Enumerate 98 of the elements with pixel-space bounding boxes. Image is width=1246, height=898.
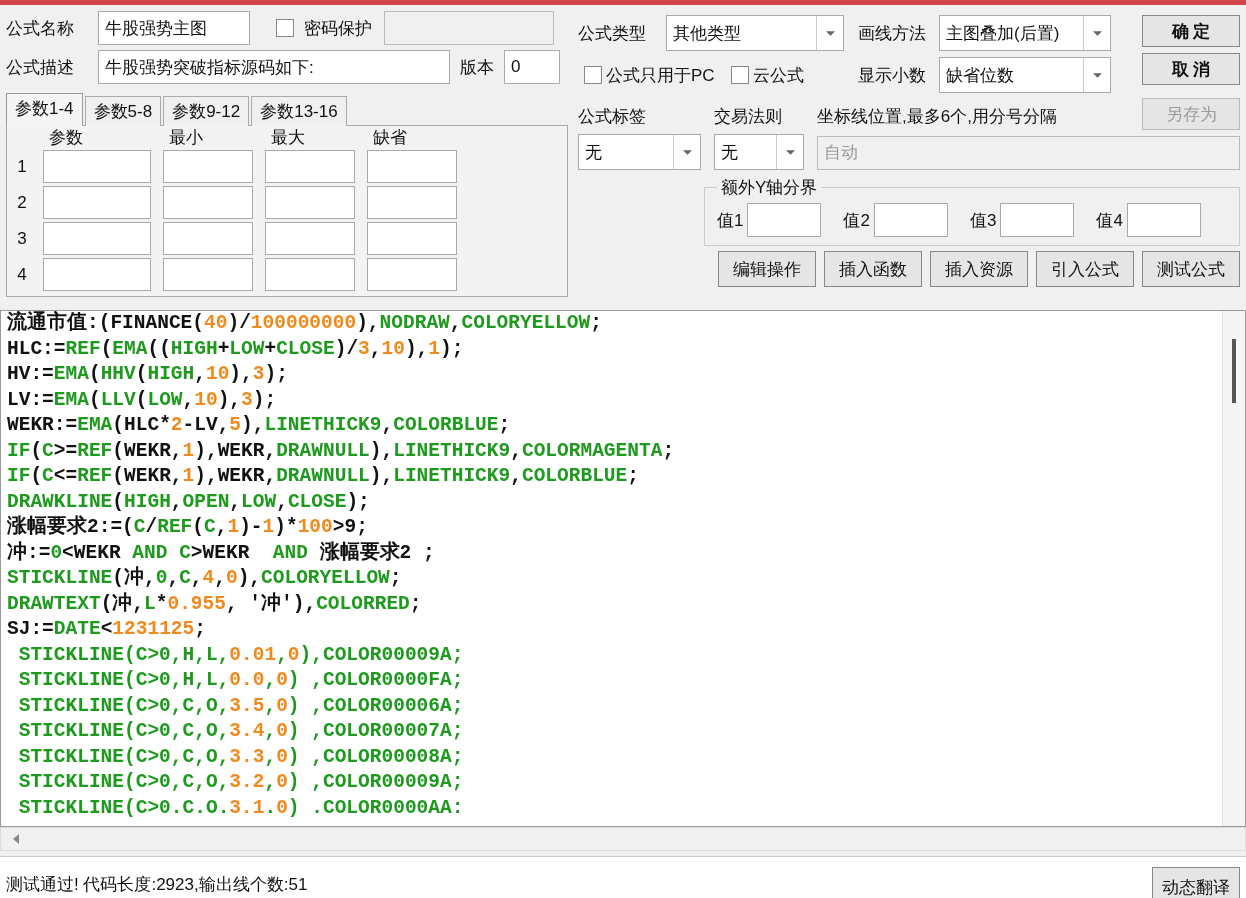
dropdown[interactable]: 其他类型 xyxy=(666,15,844,51)
column-header: 最大 xyxy=(270,128,306,148)
dropdown[interactable]: 主图叠加(后置) xyxy=(939,15,1111,51)
value-field[interactable] xyxy=(747,203,822,237)
row-number: 2 xyxy=(16,192,28,214)
code-line: HLC:=REF(EMA((HIGH+LOW+CLOSE)/3,10),1); xyxy=(7,336,465,362)
param-field[interactable] xyxy=(163,186,253,219)
param-field[interactable] xyxy=(367,186,457,219)
description-field[interactable]: 牛股强势突破指标源码如下: xyxy=(98,50,450,84)
code-line: STICKLINE(冲,0,C,4,0),COLORYELLOW; xyxy=(7,566,403,591)
checkbox-label: 云公式 xyxy=(752,64,804,87)
code-line: STICKLINE(C>0,C,O,3.3,0) ,COLOR00008A; xyxy=(17,744,465,770)
value-field[interactable] xyxy=(1000,203,1075,237)
field-label: 公式名称 xyxy=(6,17,75,40)
caret-icon xyxy=(1092,72,1102,78)
toolbar-button[interactable]: 测试公式 xyxy=(1142,251,1240,287)
horizontal-scrollbar[interactable] xyxy=(0,827,1246,851)
dropdown[interactable]: 缺省位数 xyxy=(939,57,1111,93)
caret-icon xyxy=(682,149,692,155)
param-field[interactable] xyxy=(367,222,457,255)
code-line: STICKLINE(C>0,C,O,3.4,0) ,COLOR00007A; xyxy=(17,719,465,744)
tab[interactable]: 参数9-12 xyxy=(163,96,250,126)
param-field[interactable] xyxy=(163,222,253,255)
code-line: STICKLINE(C>0,C,O,3.5,0) ,COLOR00006A; xyxy=(17,693,465,719)
code-editor[interactable] xyxy=(0,310,1246,827)
vertical-scrollbar[interactable] xyxy=(1222,311,1245,826)
row-number: 4 xyxy=(16,264,28,286)
checkbox-label: 公式只用于PC xyxy=(606,64,715,87)
code-line: STICKLINE(C>0,H,L,0.0,0) ,COLOR0000FA; xyxy=(17,668,465,693)
param-field[interactable] xyxy=(265,150,355,183)
param-field[interactable] xyxy=(265,258,355,291)
caret-icon xyxy=(785,149,795,155)
field-label: 公式类型 xyxy=(578,22,647,45)
group-title: 额外Y轴分界 xyxy=(720,177,819,199)
param-field[interactable] xyxy=(265,186,355,219)
column-header: 缺省 xyxy=(372,128,408,148)
toolbar-button[interactable]: 引入公式 xyxy=(1036,251,1134,287)
caret-icon xyxy=(825,30,835,36)
column-header: 最小 xyxy=(168,128,204,148)
field-label: 公式标签 xyxy=(578,106,647,128)
field-label: 交易法则 xyxy=(714,106,783,128)
param-field[interactable] xyxy=(43,150,151,183)
param-field[interactable] xyxy=(367,150,457,183)
tab[interactable]: 参数1-4 xyxy=(6,93,83,126)
column-header: 参数 xyxy=(48,128,84,148)
code-line: STICKLINE(C>0,C,O,3.2,0) ,COLOR00009A; xyxy=(17,770,465,795)
field-label: 值3 xyxy=(969,209,997,232)
caret-icon xyxy=(1092,30,1102,36)
code-line: DRAWKLINE(HIGH,OPEN,LOW,CLOSE); xyxy=(7,489,371,515)
tab[interactable]: 参数5-8 xyxy=(84,96,162,126)
left-arrow-icon[interactable] xyxy=(13,834,19,844)
code-line: 流通市值:(FINANCE(40)/100000000),NODRAW,COLORYELLOW; xyxy=(7,311,603,336)
code-line: HV:=EMA(HHV(HIGH,10),3); xyxy=(7,362,289,387)
field-label: 画线方法 xyxy=(857,22,927,45)
dropdown[interactable]: 无 xyxy=(578,134,701,170)
code-line: WEKR:=EMA(HLC*2-LV,5),LINETHICK9,COLORBLUE; xyxy=(7,413,512,438)
checkbox[interactable] xyxy=(584,66,602,84)
code-line: IF(C<=REF(WEKR,1),WEKR,DRAWNULL),LINETHICK9,COLORBLUE; xyxy=(7,464,640,489)
code-line: 冲:=0<WEKR AND C>WEKR AND 涨幅要求2 ; xyxy=(7,540,436,566)
code-line: 涨幅要求2:=(C/REF(C,1)-1)*100>9; xyxy=(7,515,369,540)
code-line: DRAWTEXT(冲,L*0.955, '冲'),COLORRED; xyxy=(7,591,423,617)
field-label: 坐标线位置,最多6个,用分号分隔 xyxy=(817,106,1058,128)
translate-button[interactable]: 动态翻译 xyxy=(1152,867,1240,898)
toolbar-button[interactable]: 插入资源 xyxy=(930,251,1028,287)
dialog-button[interactable]: 确 定 xyxy=(1142,15,1240,47)
row-number: 3 xyxy=(16,228,28,250)
param-field[interactable] xyxy=(367,258,457,291)
checkbox-label: 密码保护 xyxy=(304,17,372,40)
dropdown[interactable]: 无 xyxy=(714,134,804,170)
tab[interactable]: 参数13-16 xyxy=(251,96,347,126)
field-label: 值4 xyxy=(1096,209,1123,232)
checkbox[interactable] xyxy=(276,19,294,37)
param-field[interactable] xyxy=(43,222,151,255)
status-message: 测试通过! 代码长度:2923,输出线个数:51 xyxy=(6,873,308,896)
code-line: STICKLINE(C>0,H,L,0.01,0),COLOR00009A; xyxy=(17,642,465,668)
field-label: 值2 xyxy=(843,209,870,232)
toolbar-button[interactable]: 编辑操作 xyxy=(718,251,816,287)
code-line: STICKLINE(C>0.C.O.3.1.0) .COLOR0000AA: xyxy=(17,795,465,821)
checkbox[interactable] xyxy=(730,66,749,84)
value-field[interactable] xyxy=(1126,203,1201,237)
code-line: SJ:=DATE<1231125; xyxy=(7,617,207,642)
toolbar-button[interactable]: 插入函数 xyxy=(824,251,922,287)
code-line: LV:=EMA(LLV(LOW,10),3); xyxy=(7,387,278,413)
dialog-button[interactable]: 取 消 xyxy=(1142,53,1240,85)
field-label: 公式描述 xyxy=(6,56,75,79)
field-label: 值1 xyxy=(717,209,744,232)
code-line: IF(C>=REF(WEKR,1),WEKR,DRAWNULL),LINETHICK9,COLORMAGENTA; xyxy=(7,438,676,464)
name-field[interactable]: 牛股强势主图 xyxy=(98,11,250,45)
param-field[interactable] xyxy=(265,222,355,255)
param-field[interactable] xyxy=(43,258,151,291)
param-field[interactable] xyxy=(163,150,253,183)
field-label: 版本 xyxy=(460,56,494,79)
field-label: 显示小数 xyxy=(857,64,927,87)
value-field[interactable] xyxy=(873,203,948,237)
version-field[interactable]: 0 xyxy=(504,50,560,84)
row-number: 1 xyxy=(16,156,28,178)
param-field[interactable] xyxy=(43,186,151,219)
param-field[interactable] xyxy=(163,258,253,291)
